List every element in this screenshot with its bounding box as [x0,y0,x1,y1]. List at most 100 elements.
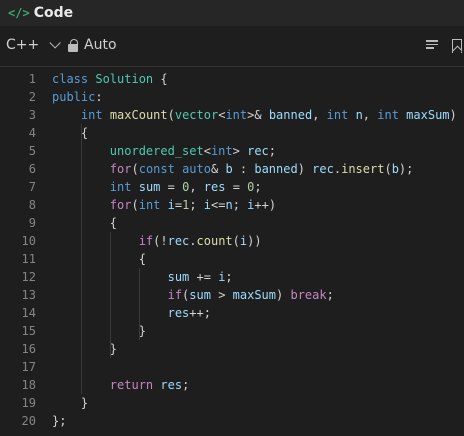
code-token: ; [189,198,204,212]
code-token: ; [254,180,262,194]
code-token: ++) [254,198,277,212]
code-line[interactable]: 20}; [0,412,464,430]
code-token: sum [167,270,190,284]
code-token: ( [384,162,392,176]
code-token: ); [398,162,414,176]
line-number: 7 [28,180,36,194]
code-token: ; [182,378,190,392]
code-line[interactable]: 10 if(!rec.count(i)) [0,232,464,250]
code-line[interactable]: 4 { [0,124,464,142]
code-token: int [80,108,103,122]
code-tab-title: Code [33,5,74,21]
code-token: i [167,198,175,212]
code-token: >& [247,108,269,122]
code-token: ( [131,162,139,176]
code-line[interactable]: 5 unordered_set<int> rec; [0,142,464,160]
code-tab[interactable]: </> Code [8,3,73,23]
line-number: 9 [28,216,36,230]
code-token: , [362,108,378,122]
code-line[interactable]: 13 if(sum > maxSum) break; [0,286,464,304]
code-token: break [290,288,327,302]
format-align-icon[interactable] [426,40,438,52]
code-line[interactable]: 12 sum += i; [0,268,464,286]
code-text: }; [52,412,66,430]
code-text: int maxCount(vector<int>& banned, int n,… [52,106,457,124]
code-token: { [153,72,168,86]
code-text: public: [52,88,103,106]
language-selector[interactable]: C++ [6,37,62,53]
code-line[interactable]: 2 public: [0,88,464,106]
code-token: int [109,180,132,194]
code-token: class [52,72,89,86]
code-line[interactable]: 16 } [0,340,464,358]
code-token: ( [167,108,175,122]
auto-mode-selector[interactable]: Auto [68,37,117,53]
code-token: ) [449,108,457,122]
code-token: ++; [189,306,211,320]
code-text: class Solution { [52,70,168,88]
code-token: count [196,234,233,248]
code-token: Solution [95,72,154,86]
code-token: } [52,396,89,410]
code-token: ; [232,198,248,212]
code-token: b [391,162,399,176]
code-token: int [225,108,248,122]
code-token: sum [138,180,161,194]
line-number: 19 [21,396,36,410]
code-line[interactable]: 8 for(int i=1; i<=n; i++) [0,196,464,214]
chevron-down-icon [49,37,62,49]
code-line[interactable]: 18 return res; [0,376,464,394]
bookmark-icon[interactable] [452,39,462,53]
code-token: { [52,216,118,230]
line-number: 8 [28,198,36,212]
code-line[interactable]: 17 [0,358,464,376]
line-number: 3 [28,108,36,122]
code-token: banned [268,108,313,122]
code-token: rec [167,234,190,248]
code-line[interactable]: 15 } [0,322,464,340]
code-token: ( [131,198,139,212]
line-number: 2 [28,90,36,104]
code-token: ; [225,270,233,284]
panel-header: </> Code [0,0,464,26]
code-token: ; [326,288,334,302]
code-text: unordered_set<int> rec; [52,142,276,160]
code-token: , [312,108,327,122]
code-text: return res; [52,376,190,394]
code-token: ; [268,144,277,158]
code-token: public [52,90,96,104]
code-token: res [160,378,183,392]
code-token: n [355,108,363,122]
code-line[interactable]: 7 int sum = 0, res = 0; [0,178,464,196]
code-line[interactable]: 9 { [0,214,464,232]
code-line[interactable]: 11 { [0,250,464,268]
code-token: . [333,162,342,176]
editor-toolbar: C++ Auto [0,26,464,67]
code-token: < [203,144,211,158]
code-token: maxSum [406,108,450,122]
code-line[interactable]: 6 for(const auto& b : banned) rec.insert… [0,160,464,178]
code-line[interactable]: 19 } [0,394,464,412]
code-line[interactable]: 14 res++; [0,304,464,322]
code-token: insert [341,162,385,176]
code-text: for(int i=1; i<=n; i++) [52,196,276,214]
line-number: 13 [21,288,36,302]
code-text: { [52,124,88,142]
code-token: maxSum [232,288,277,302]
code-token: for [109,198,132,212]
code-editor[interactable]: 1 class Solution {2 public: 3 int maxCount(… [0,70,464,436]
code-line[interactable]: 3 int maxCount(vector<int>& banned, int … [0,106,464,124]
code-text: if(!rec.count(i)) [52,232,262,250]
code-text: int sum = 0, res = 0; [52,178,262,196]
code-line[interactable]: 1 class Solution { [0,70,464,88]
